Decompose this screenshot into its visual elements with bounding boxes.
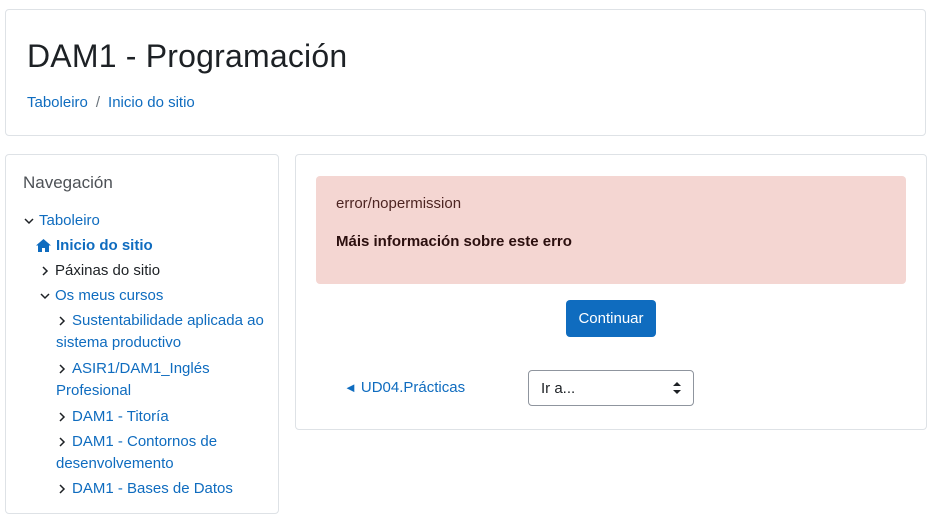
breadcrumb-dashboard-link[interactable]: Taboleiro (27, 94, 88, 111)
previous-activity-link[interactable]: ◄ UD04.Prácticas (344, 379, 465, 396)
chevron-right-icon[interactable] (56, 431, 72, 453)
main-content: error/nopermission Máis información sobr… (295, 154, 927, 430)
nav-item-label[interactable]: DAM1 - Contornos de (72, 433, 217, 450)
nav-item-label[interactable]: DAM1 - Bases de Datos (72, 478, 233, 500)
nav-item-label-line2[interactable]: sistema productivo (56, 334, 181, 351)
arrow-left-icon: ◄ (344, 380, 357, 395)
chevron-right-icon[interactable] (56, 358, 72, 380)
previous-activity-label: UD04.Prácticas (360, 379, 466, 396)
nav-item-label[interactable]: Sustentabilidade aplicada ao (72, 312, 264, 329)
more-info-link[interactable]: Máis información sobre este erro (336, 233, 572, 250)
nav-item-label[interactable]: Os meus cursos (55, 285, 163, 307)
nav-item-course[interactable]: ASIR1/DAM1_Inglés Profesional (56, 358, 271, 402)
nav-item-label[interactable]: ASIR1/DAM1_Inglés (72, 360, 210, 377)
nav-item-site-home[interactable]: Inicio do sitio (36, 235, 153, 257)
nav-item-label[interactable]: Taboleiro (39, 210, 100, 232)
chevron-down-icon[interactable] (23, 210, 39, 232)
navigation-title: Navegación (23, 173, 113, 192)
nav-item-label-line2[interactable]: Profesional (56, 382, 131, 399)
error-code: error/nopermission (336, 195, 462, 212)
nav-item-course[interactable]: DAM1 - Bases de Datos (56, 478, 233, 500)
select-caret-icon (673, 381, 681, 395)
nav-item-dashboard[interactable]: Taboleiro (23, 210, 100, 232)
navigation-block: Navegación Taboleiro Inicio do sitio Páx… (5, 154, 279, 514)
breadcrumb: Taboleiro / Inicio do sitio (27, 94, 195, 111)
error-alert: error/nopermission Máis información sobr… (316, 176, 906, 284)
nav-item-label[interactable]: Inicio do sitio (56, 235, 153, 257)
nav-item-course[interactable]: DAM1 - Titoría (56, 406, 169, 428)
home-icon (36, 235, 52, 257)
nav-item-course[interactable]: Sustentabilidade aplicada ao sistema pro… (56, 310, 271, 354)
chevron-down-icon[interactable] (39, 285, 55, 307)
breadcrumb-site-home-link[interactable]: Inicio do sitio (108, 94, 195, 111)
nav-item-site-pages[interactable]: Páxinas do sitio (39, 260, 160, 282)
nav-item-label-line2[interactable]: desenvolvemento (56, 455, 174, 472)
nav-item-my-courses[interactable]: Os meus cursos (39, 285, 163, 307)
chevron-right-icon[interactable] (56, 406, 72, 428)
continue-button[interactable]: Continuar (566, 300, 656, 337)
chevron-right-icon[interactable] (56, 310, 72, 332)
chevron-right-icon[interactable] (39, 260, 55, 282)
nav-item-label[interactable]: Páxinas do sitio (55, 260, 160, 282)
jump-to-value: Ir a... (541, 379, 576, 397)
page-header: DAM1 - Programación Taboleiro / Inicio d… (5, 9, 926, 136)
page-title: DAM1 - Programación (27, 38, 348, 74)
nav-item-label[interactable]: DAM1 - Titoría (72, 406, 169, 428)
jump-to-select[interactable]: Ir a... (528, 370, 694, 406)
nav-item-course[interactable]: DAM1 - Contornos de desenvolvemento (56, 431, 271, 475)
breadcrumb-separator: / (95, 94, 101, 111)
chevron-right-icon[interactable] (56, 478, 72, 500)
